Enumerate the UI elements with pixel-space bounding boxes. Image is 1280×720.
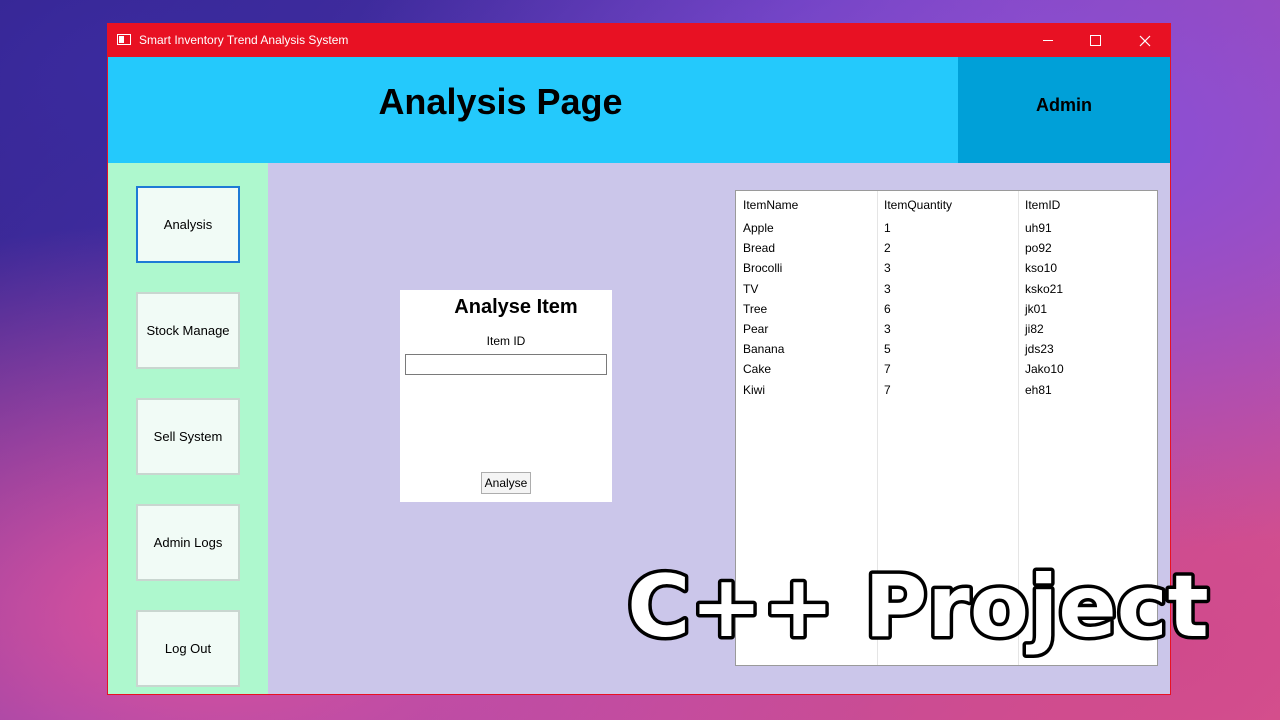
overlay-caption: C++ Project (624, 554, 1213, 659)
cell-itemname[interactable]: Bread (743, 241, 775, 255)
cell-itemquantity[interactable]: 6 (884, 302, 891, 316)
cell-itemid[interactable]: jds23 (1025, 342, 1054, 356)
cell-itemquantity[interactable]: 2 (884, 241, 891, 255)
analyse-item-panel: Analyse Item Item ID Analyse (400, 290, 612, 502)
cell-itemname[interactable]: Cake (743, 362, 771, 376)
cell-itemid[interactable]: ksko21 (1025, 282, 1063, 296)
cell-itemquantity[interactable]: 3 (884, 261, 891, 275)
maximize-button[interactable] (1072, 24, 1118, 57)
cell-itemname[interactable]: Brocolli (743, 261, 782, 275)
analyse-item-title: Analyse Item (454, 296, 578, 318)
cell-itemquantity[interactable]: 7 (884, 362, 891, 376)
cell-itemid[interactable]: jk01 (1025, 302, 1047, 316)
minimize-button[interactable] (1025, 24, 1071, 57)
sidebar-item-admin-logs[interactable]: Admin Logs (136, 504, 240, 581)
page-title: Analysis Page (378, 81, 623, 122)
sidebar-item-stock-manage[interactable]: Stock Manage (136, 292, 240, 369)
cell-itemquantity[interactable]: 5 (884, 342, 891, 356)
cell-itemid[interactable]: eh81 (1025, 383, 1052, 397)
cell-itemquantity[interactable]: 7 (884, 383, 891, 397)
cell-itemname[interactable]: TV (743, 282, 758, 296)
column-header-itemname[interactable]: ItemName (743, 198, 798, 212)
cell-itemid[interactable]: kso10 (1025, 261, 1057, 275)
maximize-icon (1089, 35, 1101, 46)
cell-itemid[interactable]: po92 (1025, 241, 1052, 255)
cell-itemname[interactable]: Apple (743, 221, 774, 235)
cell-itemid[interactable]: Jako10 (1025, 362, 1064, 376)
sidebar-item-analysis[interactable]: Analysis (136, 186, 240, 263)
item-id-label: Item ID (486, 334, 526, 348)
app-icon (117, 34, 131, 45)
cell-itemquantity[interactable]: 1 (884, 221, 891, 235)
sidebar: Analysis Stock Manage Sell System Admin … (108, 163, 268, 694)
close-button[interactable] (1122, 24, 1168, 57)
cell-itemname[interactable]: Kiwi (743, 383, 765, 397)
title-bar[interactable]: Smart Inventory Trend Analysis System (108, 24, 1170, 57)
cell-itemname[interactable]: Banana (743, 342, 784, 356)
column-header-itemid[interactable]: ItemID (1025, 198, 1060, 212)
cell-itemname[interactable]: Tree (743, 302, 767, 316)
sidebar-item-sell-system[interactable]: Sell System (136, 398, 240, 475)
item-id-input[interactable] (405, 354, 607, 375)
user-name: Admin (1036, 95, 1092, 115)
overlay-text: C++ Project (627, 557, 1209, 657)
cell-itemquantity[interactable]: 3 (884, 282, 891, 296)
cell-itemid[interactable]: ji82 (1025, 322, 1044, 336)
cell-itemname[interactable]: Pear (743, 322, 768, 336)
column-header-itemquantity[interactable]: ItemQuantity (884, 198, 952, 212)
sidebar-item-log-out[interactable]: Log Out (136, 610, 240, 687)
close-icon (1139, 35, 1151, 46)
minimize-icon (1043, 40, 1053, 41)
window-title: Smart Inventory Trend Analysis System (139, 33, 349, 47)
cell-itemquantity[interactable]: 3 (884, 322, 891, 336)
page-header: Analysis Page (108, 57, 958, 163)
analyse-button[interactable]: Analyse (481, 472, 531, 494)
cell-itemid[interactable]: uh91 (1025, 221, 1052, 235)
user-panel: Admin (958, 57, 1170, 163)
